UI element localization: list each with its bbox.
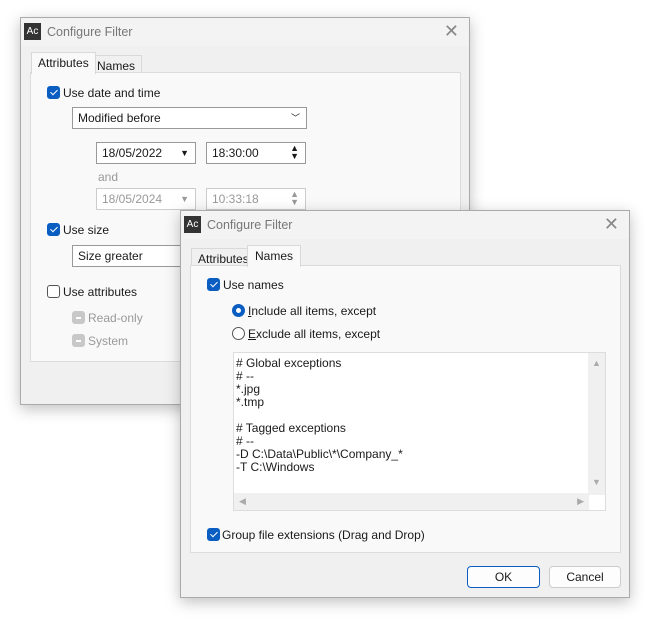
size-mode-value: Size greater	[78, 249, 143, 263]
tab-names[interactable]: Names	[247, 245, 302, 267]
use-date-time-label: Use date and time	[63, 86, 161, 100]
time-from-spinner[interactable]: 18:30:00 ▲ ▼	[206, 142, 306, 164]
exclude-text: xclude all items, except	[256, 327, 381, 341]
tab-attributes[interactable]: Attributes	[31, 52, 96, 74]
read-only-label: Read-only	[88, 311, 143, 325]
time-to-spinner[interactable]: 10:33:18 ▲ ▼	[206, 188, 306, 210]
title-bar: Ac Configure Filter ✕	[21, 18, 469, 46]
date-from-value: 18/05/2022	[102, 146, 163, 160]
include-text: nclude all items, except	[251, 304, 377, 318]
scroll-up-icon[interactable]: ▲	[592, 358, 601, 368]
time-from-value: 18:30:00	[212, 146, 259, 160]
app-icon: Ac	[24, 23, 41, 40]
use-size-label: Use size	[63, 223, 110, 237]
cancel-button[interactable]: Cancel	[549, 566, 621, 588]
exclude-mnemonic: E	[248, 327, 257, 341]
group-extensions-label: Group file extensions (Drag and Drop)	[222, 528, 425, 542]
date-to-picker[interactable]: 18/05/2024 ▼	[96, 188, 196, 210]
system-label: System	[88, 334, 129, 348]
spinner-arrows-icon[interactable]: ▲ ▼	[290, 190, 299, 207]
title-bar: Ac Configure Filter ✕	[181, 211, 629, 239]
include-radio[interactable]	[232, 304, 245, 317]
scroll-left-icon[interactable]: ◀	[239, 496, 246, 507]
exclude-label: Exclude all items, except	[248, 327, 380, 341]
exceptions-text: # Global exceptions # -- *.jpg *.tmp # T…	[236, 356, 403, 474]
tab-page: Use names Include all items, except Excl…	[190, 265, 621, 553]
use-names-checkbox[interactable]	[207, 278, 220, 291]
close-icon[interactable]: ✕	[604, 214, 619, 235]
scroll-down-icon[interactable]: ▼	[592, 477, 601, 487]
app-icon: Ac	[184, 216, 201, 233]
scroll-right-icon[interactable]: ▶	[577, 496, 584, 507]
vertical-scrollbar[interactable]: ▲ ▼	[588, 353, 605, 495]
dropdown-arrow-icon: ▼	[180, 194, 189, 204]
use-names-label: Use names	[223, 278, 284, 292]
use-attributes-label: Use attributes	[63, 285, 138, 299]
use-size-checkbox[interactable]	[47, 223, 60, 236]
time-to-value: 10:33:18	[212, 192, 259, 206]
chevron-down-icon: ﹀	[290, 113, 300, 123]
exclude-radio[interactable]	[232, 327, 245, 340]
dialog-title: Configure Filter	[47, 25, 133, 39]
date-from-picker[interactable]: 18/05/2022 ▼	[96, 142, 196, 164]
close-icon[interactable]: ✕	[444, 21, 459, 42]
system-checkbox[interactable]	[72, 334, 85, 347]
use-attributes-checkbox[interactable]	[47, 285, 60, 298]
and-label: and	[98, 170, 119, 184]
group-extensions-checkbox[interactable]	[207, 528, 220, 541]
dropdown-arrow-icon: ▼	[180, 148, 189, 158]
configure-filter-dialog-names: Ac Configure Filter ✕ Attributes Names U…	[180, 210, 630, 598]
date-to-value: 18/05/2024	[102, 192, 163, 206]
include-label: Include all items, except	[248, 304, 376, 318]
read-only-checkbox[interactable]	[72, 311, 85, 324]
exceptions-textarea[interactable]: # Global exceptions # -- *.jpg *.tmp # T…	[233, 352, 606, 511]
date-mode-value: Modified before	[78, 111, 161, 125]
date-mode-dropdown[interactable]: Modified before ﹀	[72, 107, 307, 129]
dialog-title: Configure Filter	[207, 218, 293, 232]
horizontal-scrollbar[interactable]: ◀ ▶	[234, 493, 589, 510]
ok-button[interactable]: OK	[467, 566, 540, 588]
use-date-time-checkbox[interactable]	[47, 86, 60, 99]
spinner-arrows-icon[interactable]: ▲ ▼	[290, 144, 299, 161]
